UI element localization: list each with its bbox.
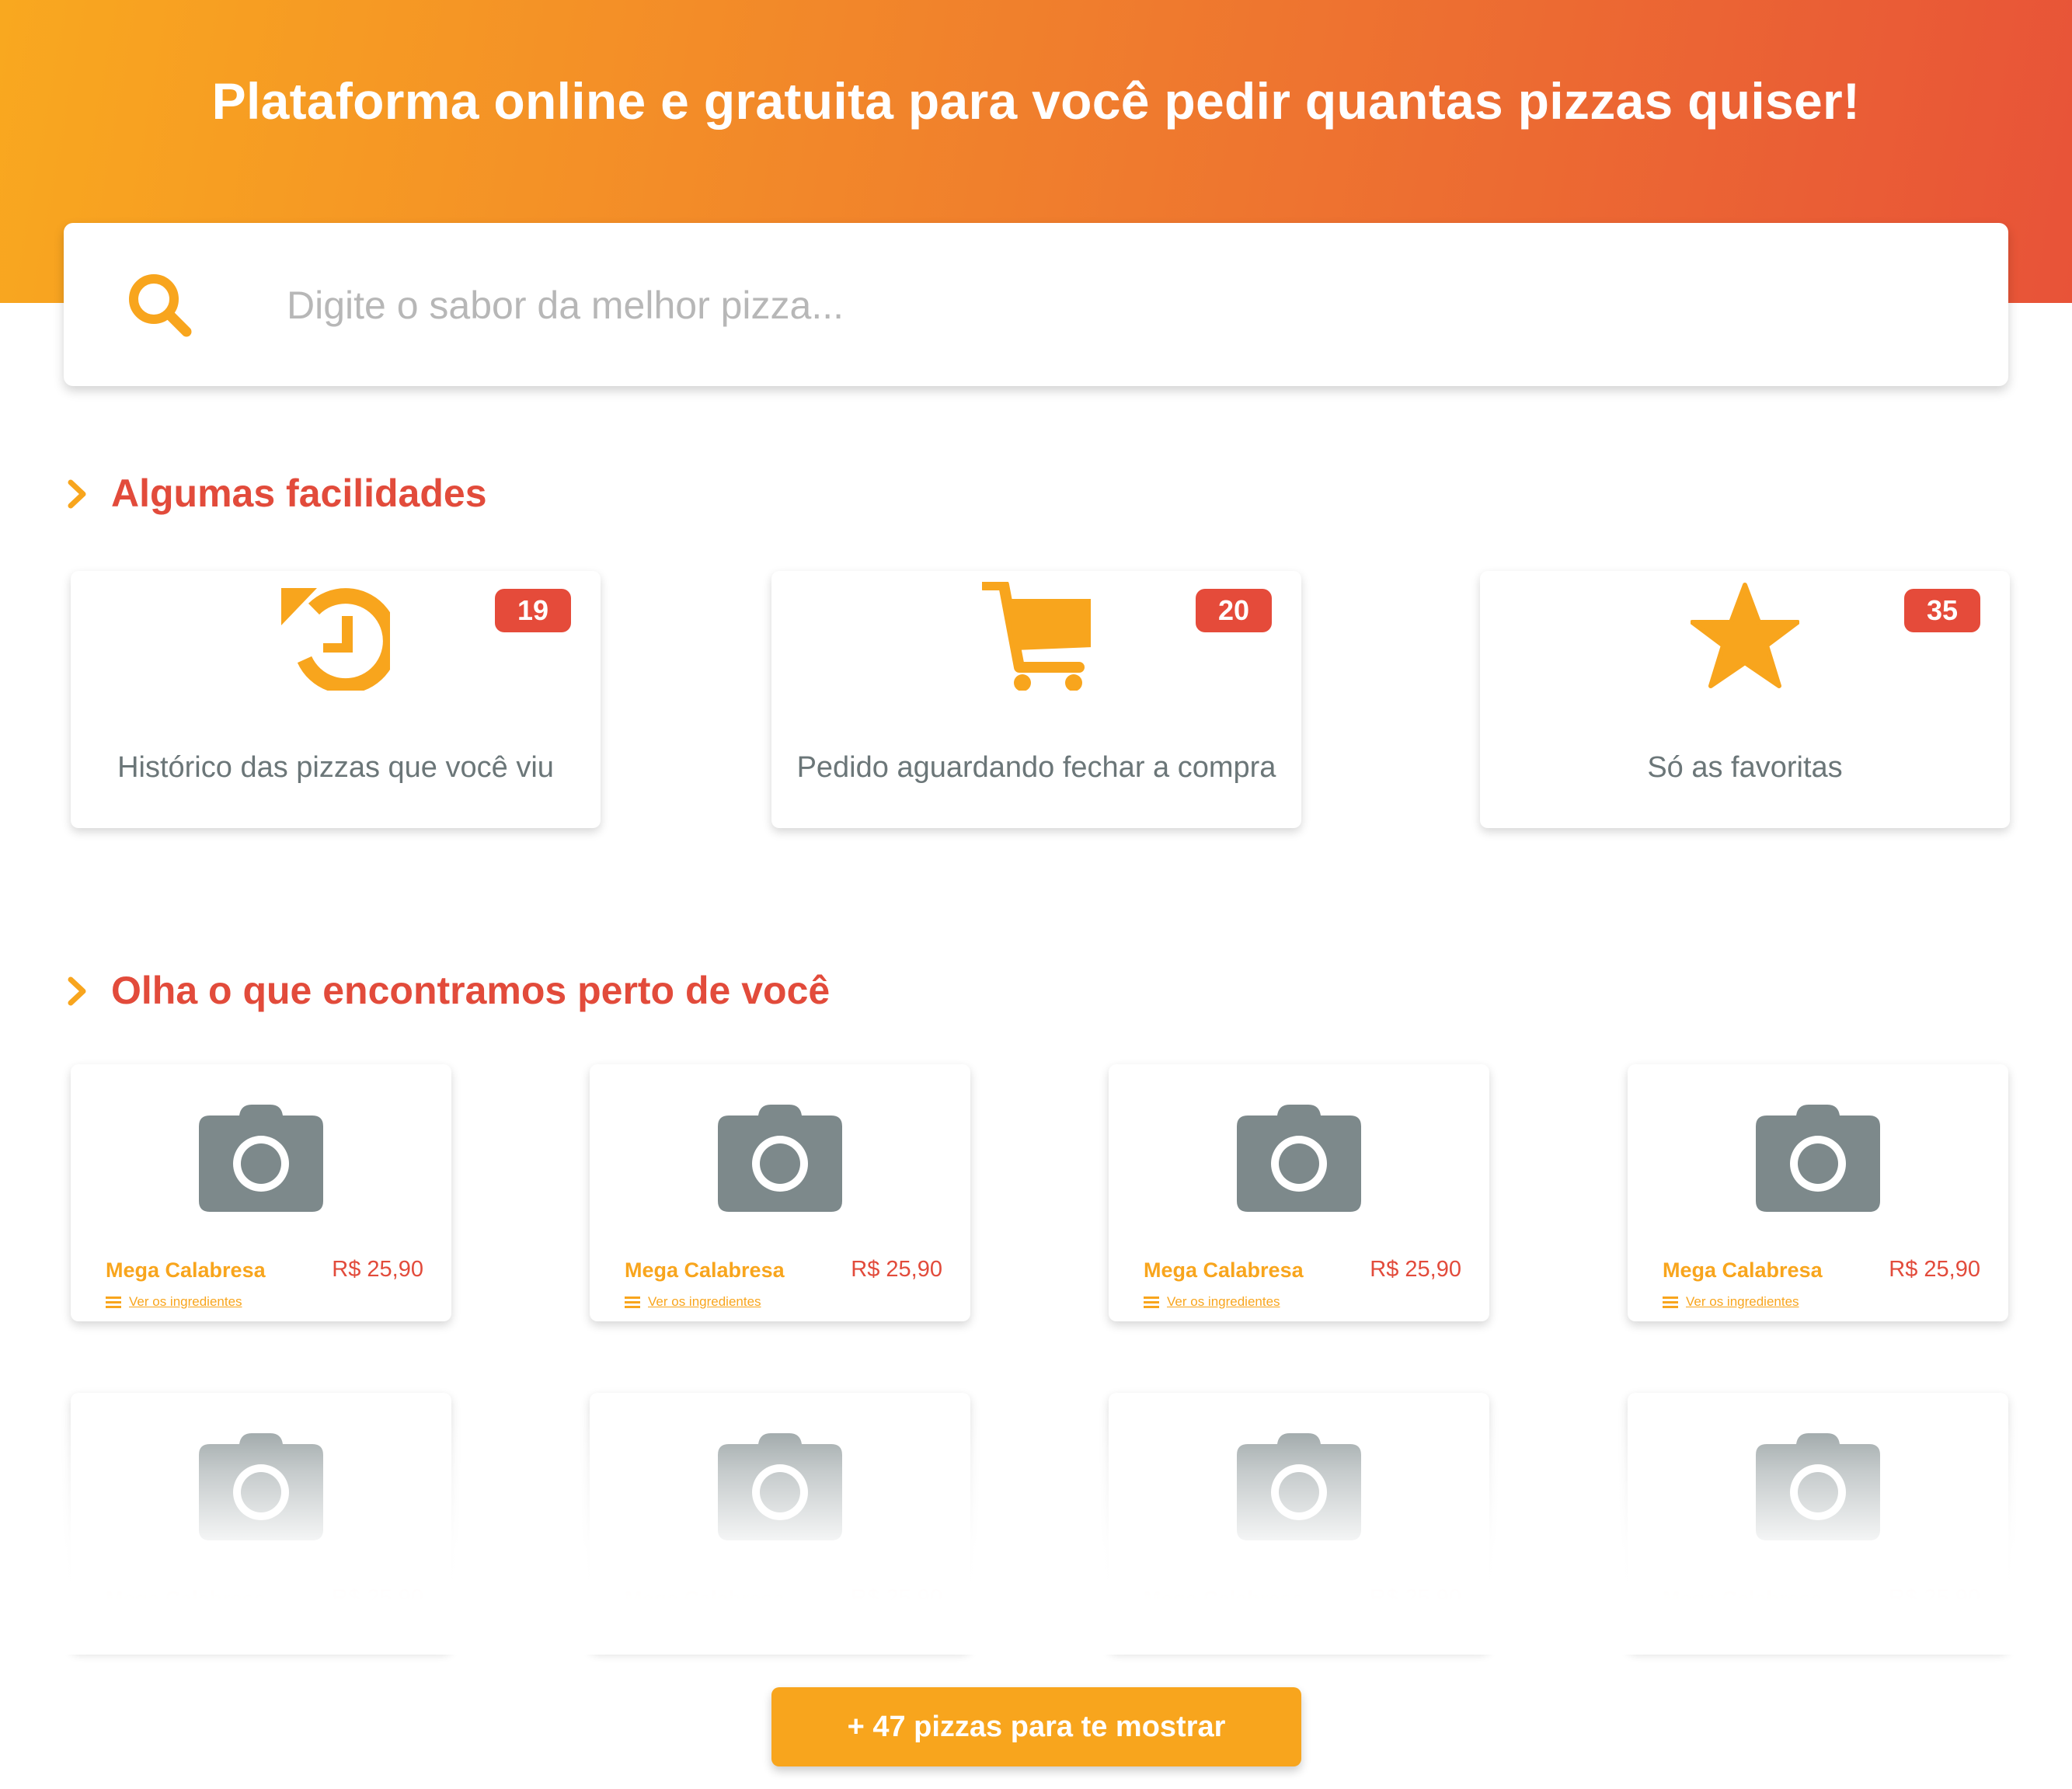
ingredients-link-label: Ver os ingredientes — [1686, 1294, 1799, 1309]
ingredients-link[interactable]: Ver os ingredientes — [106, 1293, 242, 1311]
ingredients-link[interactable]: Ver os ingredientes — [1663, 1293, 1799, 1311]
menu-lines-icon — [1663, 1297, 1678, 1308]
feature-card-history[interactable]: 19 Histórico das pizzas que você viu — [71, 571, 601, 828]
chevron-right-icon — [68, 976, 86, 1006]
camera-icon — [1756, 1105, 1880, 1212]
pizza-price: R$ 25,90 — [1370, 1257, 1461, 1282]
favorites-count-badge: 35 — [1904, 589, 1980, 632]
pizza-name: Mega Calabresa — [1144, 1258, 1304, 1282]
pizza-card[interactable]: Mega Calabresa R$ 25,90 Ver os ingrediente… — [590, 1064, 970, 1321]
section-title-label: Olha o que encontramos perto de você — [111, 969, 831, 1012]
cart-icon — [982, 582, 1091, 691]
pizza-name: Mega Calabresa — [106, 1258, 266, 1282]
menu-lines-icon — [625, 1297, 640, 1308]
ingredients-link-label: Ver os ingredientes — [129, 1294, 242, 1309]
page-title: Plataforma online e gratuita para você p… — [211, 72, 1861, 130]
history-icon — [281, 588, 390, 691]
ingredients-link-label: Ver os ingredientes — [1167, 1294, 1280, 1309]
cart-count-badge: 20 — [1196, 589, 1272, 632]
star-icon — [1691, 583, 1799, 688]
pizza-name: Mega Calabresa — [1663, 1258, 1823, 1282]
feature-label-favorites: Só as favoritas — [1647, 751, 1843, 784]
list-fade-overlay — [0, 1390, 2072, 1655]
pizza-price: R$ 25,90 — [332, 1257, 423, 1282]
pizza-name: Mega Calabresa — [625, 1258, 785, 1282]
ingredients-link-label: Ver os ingredientes — [648, 1294, 761, 1309]
show-more-pizzas-button[interactable]: + 47 pizzas para te mostrar — [771, 1687, 1301, 1766]
search-bar[interactable] — [64, 223, 2008, 386]
pizza-card[interactable]: Mega Calabresa R$ 25,90 Ver os ingrediente… — [71, 1064, 451, 1321]
chevron-right-icon — [68, 479, 86, 509]
history-count-badge: 19 — [495, 589, 571, 632]
ingredients-link[interactable]: Ver os ingredientes — [625, 1293, 761, 1311]
pizza-card[interactable]: Mega Calabresa R$ 25,90 Ver os ingrediente… — [1628, 1064, 2008, 1321]
menu-lines-icon — [106, 1297, 121, 1308]
menu-lines-icon — [1144, 1297, 1159, 1308]
camera-icon — [1237, 1105, 1361, 1212]
search-input[interactable] — [285, 266, 1959, 345]
feature-card-cart[interactable]: 20 Pedido aguardando fechar a compra — [771, 571, 1301, 828]
pizza-card[interactable]: Mega Calabresa R$ 25,90 Ver os ingrediente… — [1109, 1064, 1489, 1321]
pizza-price: R$ 25,90 — [1889, 1257, 1980, 1282]
search-icon[interactable] — [126, 271, 196, 341]
feature-card-favorites[interactable]: 35 Só as favoritas — [1480, 571, 2010, 828]
feature-label-cart: Pedido aguardando fechar a compra — [796, 751, 1276, 784]
pizza-price: R$ 25,90 — [851, 1257, 942, 1282]
feature-label-history: Histórico das pizzas que você viu — [117, 751, 554, 784]
camera-icon — [718, 1105, 842, 1212]
ingredients-link[interactable]: Ver os ingredientes — [1144, 1293, 1280, 1311]
camera-icon — [199, 1105, 323, 1212]
section-title-label: Algumas facilidades — [111, 472, 487, 515]
